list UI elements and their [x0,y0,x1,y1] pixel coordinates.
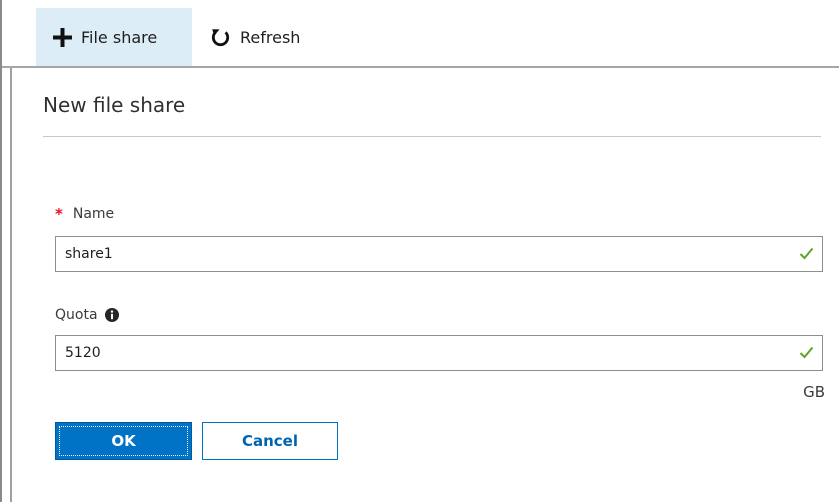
title-divider [43,136,821,137]
ok-button-label: OK [111,432,136,450]
panel-title: New file share [43,93,186,117]
refresh-icon [210,27,240,48]
name-label-text: Name [72,206,115,222]
name-input[interactable] [56,239,785,269]
quota-input[interactable] [56,338,785,368]
name-input-box[interactable] [55,236,823,272]
refresh-button[interactable]: Refresh [208,8,348,66]
toolbar: File share Refresh [2,0,839,67]
info-icon[interactable] [104,308,119,322]
plus-icon [53,27,81,47]
valid-check-icon [799,247,814,260]
window-left-edge [0,0,2,502]
cancel-button-label: Cancel [241,432,298,450]
refresh-label: Refresh [240,27,301,47]
add-file-share-button[interactable]: File share [36,8,192,66]
quota-label-text: Quota [55,307,98,323]
valid-check-icon [799,346,814,359]
cancel-button[interactable]: Cancel [202,422,338,460]
quota-field-label: Quota [55,307,119,323]
ok-button[interactable]: OK [55,422,192,460]
add-file-share-label: File share [81,27,158,47]
quota-unit-label: GB [803,383,825,401]
name-field-label: * Name [55,205,114,223]
required-marker: * [55,205,63,223]
app-frame: File share Refresh New file share * Name [0,0,839,502]
quota-input-box[interactable] [55,335,823,371]
